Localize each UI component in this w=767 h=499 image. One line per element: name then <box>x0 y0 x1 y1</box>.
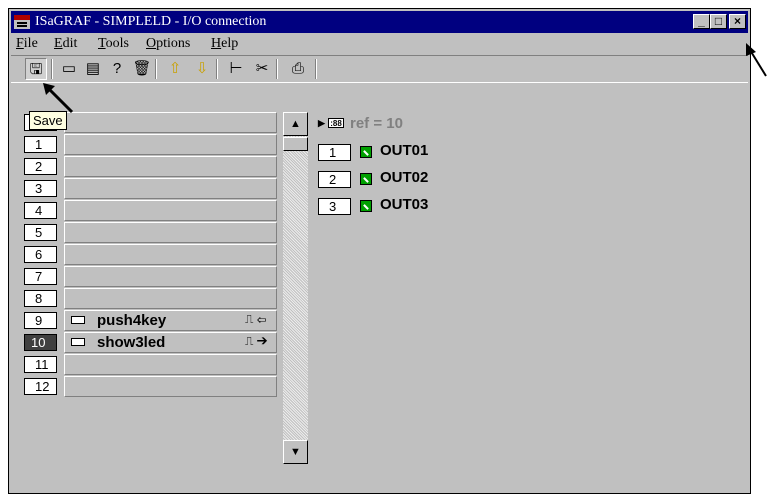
pointer-arrow-icon <box>43 83 74 114</box>
pointer-arrow-icon <box>746 43 767 77</box>
annotation-arrows <box>43 43 767 114</box>
